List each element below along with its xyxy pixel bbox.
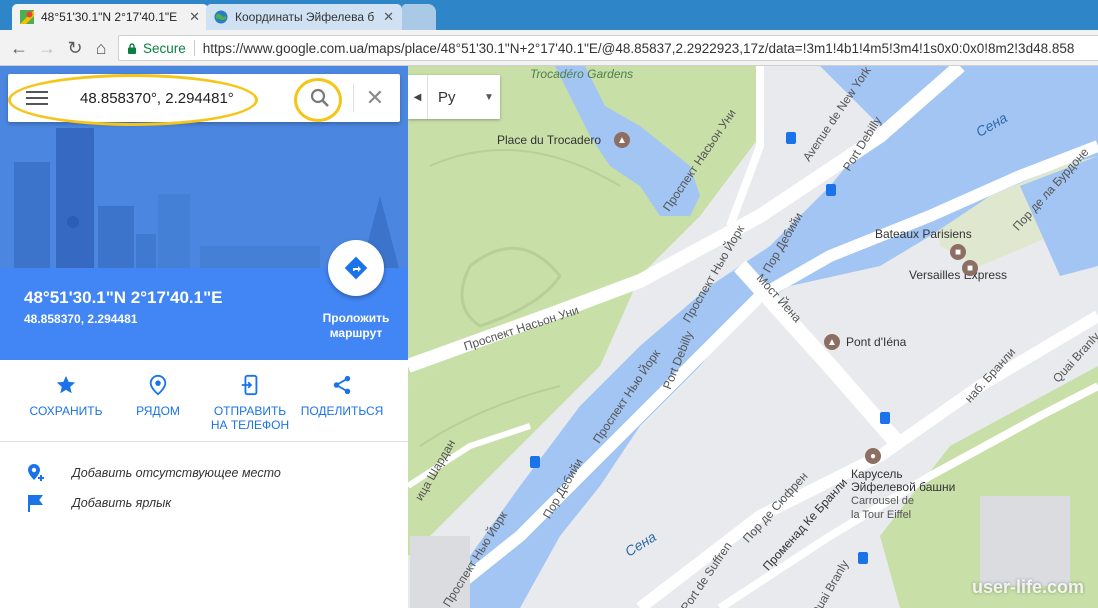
close-icon[interactable]: ✕ (363, 85, 387, 110)
map-label: Place du Trocadero (497, 133, 602, 147)
add-label-link[interactable]: Добавить ярлык (0, 488, 408, 518)
nearby-button[interactable]: РЯДОМ (113, 374, 203, 418)
map-label: Carrousel de (851, 495, 914, 507)
map-label: Trocadéro Gardens (530, 67, 634, 81)
map-label: Карусель Эйфелевой башни Carrousel de la… (851, 468, 955, 522)
browser-tab-bar: 48°51'30.1"N 2°17'40.1"E ✕ Координаты Эй… (0, 0, 1098, 30)
map-label: Эйфелевой башни (851, 480, 956, 494)
directions-button[interactable] (328, 240, 384, 296)
tab-coordinates-article[interactable]: Координаты Эйфелева б ✕ (206, 4, 402, 30)
bus-stop-icon[interactable] (786, 132, 796, 144)
google-maps-favicon-icon (20, 10, 34, 24)
bus-stop-icon[interactable] (530, 456, 540, 468)
collapse-panel-icon[interactable]: ◀ (408, 75, 428, 119)
forward-icon[interactable]: → (36, 37, 58, 59)
share-label: ПОДЕЛИТЬСЯ (300, 404, 384, 418)
place-actions: СОХРАНИТЬ РЯДОМ ОТПРАВИТЬ НА ТЕЛЕФОН ПОД… (0, 360, 408, 442)
chevron-down-icon[interactable]: ▼ (478, 92, 500, 103)
search-box[interactable]: ✕ (8, 74, 400, 122)
send-to-phone-button[interactable]: ОТПРАВИТЬ НА ТЕЛЕФОН (205, 374, 295, 432)
share-button[interactable]: ПОДЕЛИТЬСЯ (297, 374, 387, 418)
save-button[interactable]: СОХРАНИТЬ (21, 374, 111, 418)
address-bar[interactable]: Secure https://www.google.com.ua/maps/pl… (118, 35, 1098, 61)
send-to-phone-icon (241, 374, 258, 396)
place-title: 48°51'30.1"N 2°17'40.1"E (24, 288, 223, 307)
directions-label[interactable]: Проложить маршрут (308, 311, 404, 341)
new-tab-button[interactable] (402, 4, 436, 30)
place-panel: ✕ 48°51'30.1"N 2°17'40.1"E 48.858370, 2.… (0, 66, 408, 608)
search-input[interactable] (78, 88, 298, 108)
tab-title: 48°51'30.1"N 2°17'40.1"E (41, 10, 178, 24)
send-to-phone-label: ОТПРАВИТЬ НА ТЕЛЕФОН (210, 404, 290, 432)
ferry-icon[interactable]: ■ (950, 244, 966, 260)
map-label: Bateaux Parisiens (875, 227, 972, 241)
menu-icon[interactable] (26, 91, 48, 105)
tab-google-maps[interactable]: 48°51'30.1"N 2°17'40.1"E ✕ (12, 4, 208, 30)
map-language-control[interactable]: ◀ Ру ▼ (408, 75, 500, 119)
bus-stop-icon[interactable] (880, 412, 890, 424)
save-label: СОХРАНИТЬ (29, 404, 103, 418)
flag-icon (28, 495, 43, 512)
reload-icon[interactable]: ↻ (64, 37, 86, 59)
globe-favicon-icon (214, 10, 228, 24)
search-icon[interactable] (308, 86, 332, 110)
add-label-label: Добавить ярлык (72, 496, 172, 510)
tab-close-icon[interactable]: ✕ (383, 9, 394, 25)
star-icon (56, 375, 76, 394)
landmark-icon[interactable]: ▲ (824, 334, 840, 350)
add-missing-place-label: Добавить отсутствующее место (72, 466, 281, 480)
bus-stop-icon[interactable] (826, 184, 836, 196)
map-label: Карусель (851, 467, 903, 481)
carousel-icon[interactable]: ● (865, 448, 881, 464)
lock-icon (128, 42, 136, 54)
divider (193, 40, 195, 56)
map-label: la Tour Eiffel (851, 509, 912, 521)
share-icon (333, 375, 351, 395)
back-icon[interactable]: ← (8, 37, 30, 59)
ferry-icon[interactable]: ■ (962, 260, 978, 276)
secure-label: Secure (143, 40, 186, 56)
landmark-icon[interactable]: ▲ (614, 132, 630, 148)
language-select[interactable]: Ру (428, 89, 478, 106)
place-decimal-coords[interactable]: 48.858370, 2.294481 (24, 312, 137, 326)
url-text[interactable]: https://www.google.com.ua/maps/place/48°… (203, 41, 1075, 56)
map-label: Pont d'Iéna (846, 335, 907, 349)
add-missing-place-link[interactable]: Добавить отсутствующее место (0, 458, 408, 488)
divider (353, 84, 354, 112)
bus-stop-icon[interactable] (858, 552, 868, 564)
map-label: Versailles Express (909, 268, 1008, 282)
tab-title: Координаты Эйфелева б (235, 10, 375, 24)
place-extra-links: Добавить отсутствующее место Добавить яр… (0, 458, 408, 518)
nearby-label: РЯДОМ (136, 404, 180, 418)
nearby-icon (149, 374, 167, 396)
watermark: user-life.com (971, 577, 1084, 597)
home-icon[interactable]: ⌂ (90, 37, 112, 59)
add-place-icon (28, 464, 44, 481)
directions-icon (344, 256, 368, 280)
tab-close-icon[interactable]: ✕ (189, 9, 200, 25)
browser-toolbar: ← → ↻ ⌂ Secure https://www.google.com.ua… (0, 30, 1098, 66)
